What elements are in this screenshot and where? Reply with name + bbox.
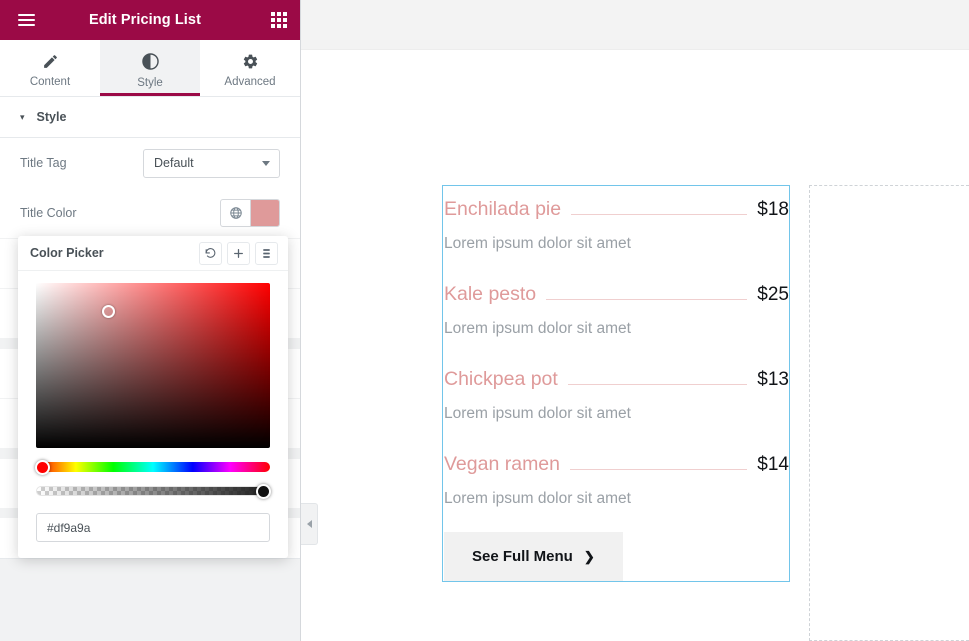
tab-content-label: Content [29,75,71,88]
globe-icon[interactable] [221,200,251,226]
see-full-menu-button[interactable]: See Full Menu ❯ [444,532,623,581]
list-item-title: Vegan ramen [444,453,561,475]
list-item[interactable]: Vegan ramen $14 Lorem ipsum dolor sit am… [443,453,789,514]
color-picker-title: Color Picker [30,246,104,260]
saturation-value-area[interactable] [36,283,270,448]
panel-header: Edit Pricing List [0,0,300,40]
panel-collapse-handle[interactable] [301,503,318,545]
tab-advanced-label: Advanced [224,75,276,88]
list-item[interactable]: Enchilada pie $18 Lorem ipsum dolor sit … [443,198,789,259]
preview-canvas: Enchilada pie $18 Lorem ipsum dolor sit … [301,0,969,641]
saturation-marker[interactable] [102,304,116,318]
list-item-description: Lorem ipsum dolor sit amet [444,405,631,422]
title-color-label: Title Color [20,206,77,220]
list-item[interactable]: Kale pesto $25 Lorem ipsum dolor sit ame… [443,283,789,344]
empty-column-placeholder[interactable] [809,185,969,641]
title-color-swatch[interactable] [251,200,279,226]
apps-grid-icon[interactable] [262,0,296,40]
list-item-separator [567,384,748,385]
list-item-title: Enchilada pie [444,198,562,220]
editor-root: Edit Pricing List Content Style Advanced… [0,0,969,641]
tab-style[interactable]: Style [100,40,200,96]
editor-panel: Edit Pricing List Content Style Advanced… [0,0,301,641]
chevron-down-icon: ▾ [20,111,25,122]
title-tag-label: Title Tag [20,156,67,170]
list-item-price: $13 [757,369,789,390]
tab-advanced[interactable]: Advanced [200,40,300,96]
list-item-top: Chickpea pot $13 [443,368,789,391]
hex-input[interactable] [36,513,270,542]
canvas-topbar [301,0,969,50]
contrast-icon [141,52,160,71]
hue-slider-handle[interactable] [35,459,50,475]
pencil-icon [42,53,59,70]
see-full-menu-label: See Full Menu [472,548,573,565]
alpha-slider-handle[interactable] [256,483,271,499]
chevron-right-icon: ❯ [583,548,595,564]
style-controls: Title Tag Default Title Color [0,138,300,238]
control-title-tag: Title Tag Default [20,138,280,188]
reset-button[interactable] [199,241,222,265]
list-item-separator [546,299,748,300]
chevron-left-icon [306,520,312,528]
gear-icon [242,53,259,70]
list-item[interactable]: Chickpea pot $13 Lorem ipsum dolor sit a… [443,368,789,429]
title-color-control [220,199,280,227]
hue-slider[interactable] [35,459,270,475]
list-item-top: Enchilada pie $18 [443,198,789,221]
saved-swatches-button[interactable] [255,241,278,265]
list-item-top: Kale pesto $25 [443,283,789,306]
list-item-title: Chickpea pot [444,368,558,390]
title-tag-select[interactable]: Default [143,148,280,178]
list-item-price: $25 [757,284,789,305]
section-style-label: Style [36,110,67,124]
list-item-separator [571,214,748,215]
panel-tabs: Content Style Advanced [0,40,300,97]
section-style[interactable]: ▾ Style [0,97,300,138]
list-item-description: Lorem ipsum dolor sit amet [444,490,631,507]
control-title-color: Title Color [20,188,280,238]
list-item-price: $14 [757,454,789,475]
color-picker-popover: Color Picker [18,236,288,558]
pricing-list-widget[interactable]: Enchilada pie $18 Lorem ipsum dolor sit … [442,185,790,582]
title-tag-value: Default [154,156,194,170]
tab-content[interactable]: Content [0,40,100,96]
list-item-description: Lorem ipsum dolor sit amet [444,320,631,337]
list-item-title: Kale pesto [444,283,537,305]
panel-title: Edit Pricing List [88,12,202,28]
color-picker-body [18,271,288,558]
tab-style-label: Style [137,76,163,89]
list-item-price: $18 [757,199,789,220]
alpha-slider[interactable] [36,483,271,499]
list-item-description: Lorem ipsum dolor sit amet [444,235,631,252]
add-swatch-button[interactable] [227,241,250,265]
list-item-top: Vegan ramen $14 [443,453,789,476]
chevron-down-icon [262,161,270,166]
color-picker-header: Color Picker [18,236,288,271]
list-item-separator [570,469,748,470]
